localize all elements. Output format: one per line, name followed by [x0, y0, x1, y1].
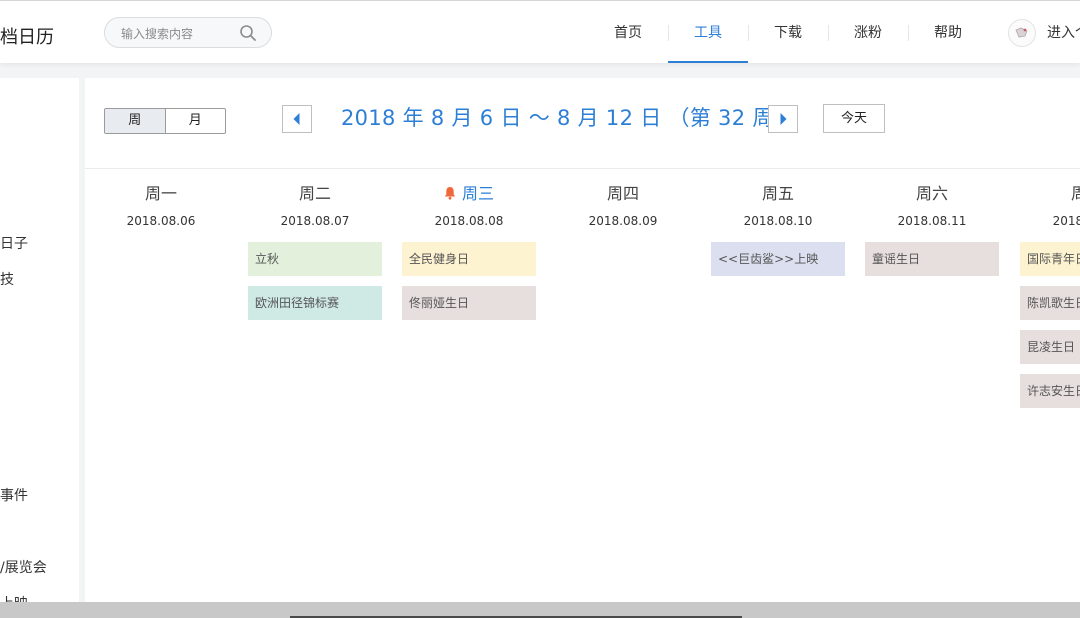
day-name: 周日: [1070, 184, 1080, 203]
nav-home[interactable]: 首页: [588, 1, 668, 63]
caret-right-icon: [780, 113, 787, 125]
user-avatar[interactable]: [1008, 19, 1036, 47]
day-date: 2018.08.10: [743, 214, 813, 228]
nav-help[interactable]: 帮助: [908, 1, 988, 63]
calendar-toolbar: 周 月 2018 年 8 月 6 日 ～ 8 月 12 日 （第 32 周） 今…: [85, 78, 1080, 168]
date-range-title: 2018 年 8 月 6 日 ～ 8 月 12 日 （第 32 周）: [341, 106, 795, 130]
top-navbar: 档日历 首页 工具 下载 涨粉 帮助 进入个: [0, 0, 1080, 63]
day-name-today: 周三: [402, 180, 536, 204]
category-sidebar: 日子 技 事件 /展览会 上映: [0, 78, 79, 608]
sidebar-item[interactable]: 事件: [0, 485, 28, 505]
next-week-button[interactable]: [768, 105, 798, 133]
event-item[interactable]: 陈凯歌生日: [1020, 286, 1080, 320]
day-date: 2018.08.09: [588, 214, 658, 228]
enter-account-link[interactable]: 进入个: [1047, 1, 1080, 63]
event-item[interactable]: 全民健身日: [402, 242, 536, 276]
sidebar-item[interactable]: /展览会: [0, 557, 47, 577]
event-item[interactable]: 立秋: [248, 242, 382, 276]
sidebar-item[interactable]: 日子: [0, 233, 28, 253]
event-item[interactable]: 昆凌生日: [1020, 330, 1080, 364]
day-name: 周六: [915, 184, 948, 203]
sidebar-item[interactable]: 技: [0, 269, 14, 289]
nav-download[interactable]: 下载: [748, 1, 828, 63]
caret-left-icon: [293, 113, 300, 125]
toolbar-divider: [85, 168, 1080, 169]
day-date: 2018.08.11: [897, 214, 967, 228]
event-item[interactable]: 国际青年日: [1020, 242, 1080, 276]
prev-week-button[interactable]: [282, 105, 312, 133]
calendar-panel: 周 月 2018 年 8 月 6 日 ～ 8 月 12 日 （第 32 周） 今…: [85, 78, 1080, 602]
day-column: 周日 2018.08.12 国际青年日 陈凯歌生日 昆凌生日 许志安生日: [1020, 180, 1080, 420]
day-date: 2018.08.06: [126, 214, 196, 228]
event-item[interactable]: 欧洲田径锦标赛: [248, 286, 382, 320]
search-icon[interactable]: [239, 24, 257, 42]
day-date: 2018.08.08: [434, 214, 504, 228]
event-item[interactable]: 佟丽娅生日: [402, 286, 536, 320]
day-name-label: 周三: [461, 184, 494, 203]
week-view-button[interactable]: 周: [105, 109, 166, 133]
day-date: 2018.08.12: [1052, 214, 1080, 228]
event-item[interactable]: 许志安生日: [1020, 374, 1080, 408]
search-input[interactable]: [119, 24, 233, 44]
day-name: 周四: [606, 184, 639, 203]
event-item[interactable]: 童谣生日: [865, 242, 999, 276]
horizontal-scrollbar[interactable]: [0, 602, 1080, 618]
bell-icon: [444, 187, 456, 200]
day-name: 周二: [298, 184, 331, 203]
month-view-button[interactable]: 月: [166, 109, 226, 133]
search-box[interactable]: [104, 17, 272, 48]
view-switch: 周 月: [104, 108, 226, 134]
site-logo-text[interactable]: 档日历: [0, 23, 54, 49]
day-date: 2018.08.07: [280, 214, 350, 228]
nav-tools[interactable]: 工具: [668, 1, 748, 63]
day-name: 周一: [144, 184, 177, 203]
day-name: 周五: [761, 184, 794, 203]
today-button[interactable]: 今天: [823, 104, 885, 133]
nav-followers[interactable]: 涨粉: [828, 1, 908, 63]
event-item[interactable]: <<巨齿鲨>>上映: [711, 242, 845, 276]
